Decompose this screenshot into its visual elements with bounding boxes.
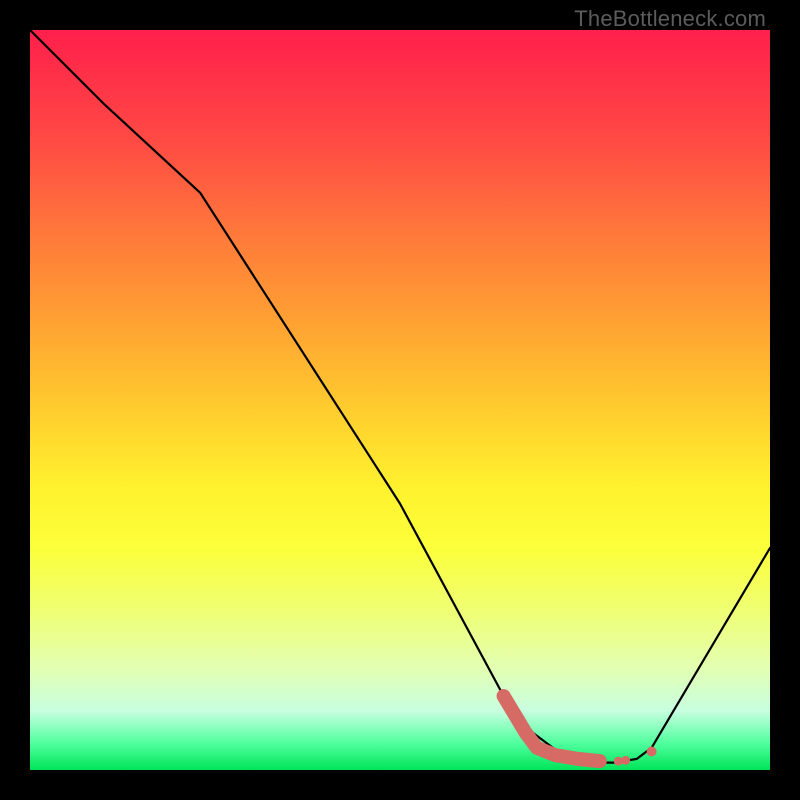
optimal-range-highlight-path <box>504 696 600 761</box>
line-chart-svg <box>30 30 770 770</box>
marker-dot <box>647 747 657 757</box>
marker-dot <box>621 756 630 765</box>
gradient-plot-background <box>30 30 770 770</box>
marker-dots-group <box>614 747 657 766</box>
chart-frame: TheBottleneck.com <box>0 0 800 800</box>
watermark-text: TheBottleneck.com <box>574 6 766 32</box>
bottleneck-curve-path <box>30 30 770 763</box>
